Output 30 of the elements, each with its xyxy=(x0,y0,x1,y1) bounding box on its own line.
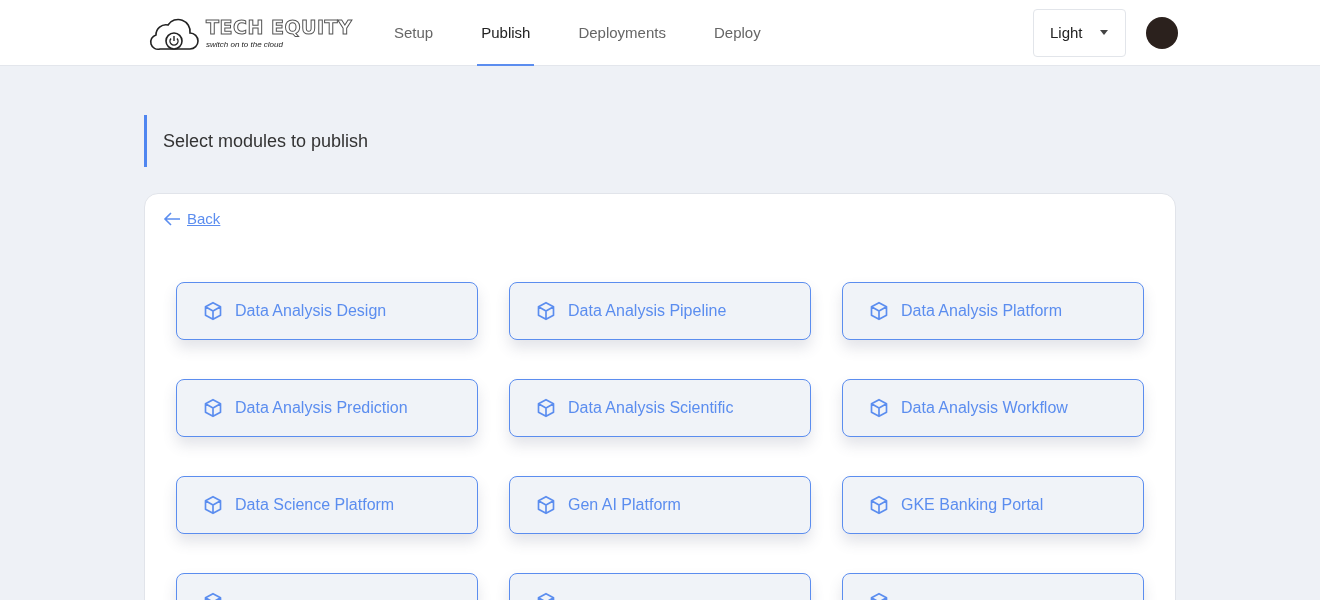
nav-tab[interactable]: Publish xyxy=(477,0,535,66)
module-button[interactable]: GKE Banking Portal xyxy=(842,475,1144,534)
logo-tagline: switch on to the cloud xyxy=(206,40,284,49)
page-title: Select modules to publish xyxy=(144,115,1176,167)
cube-icon xyxy=(869,397,889,418)
nav-tab[interactable]: Deployments xyxy=(574,0,670,66)
module-button[interactable]: Data Science Platform xyxy=(176,475,478,534)
cube-icon xyxy=(203,300,223,321)
module-button[interactable]: Data Analysis Scientific xyxy=(509,378,811,437)
cube-icon xyxy=(869,494,889,515)
module-button[interactable]: Data Analysis Pipeline xyxy=(509,281,811,340)
back-link[interactable]: Back xyxy=(163,210,221,227)
cube-icon xyxy=(869,300,889,321)
nav-tab[interactable]: Setup xyxy=(390,0,438,66)
nav-tab[interactable]: Deploy xyxy=(709,0,765,66)
module-button[interactable]: Data Analysis Workflow xyxy=(842,378,1144,437)
left-arrow-icon xyxy=(163,211,181,226)
caret-icon xyxy=(1099,29,1109,36)
logo-title: TECH EQUITY xyxy=(206,16,353,38)
cube-icon xyxy=(536,300,556,321)
theme-select[interactable]: Light xyxy=(1033,8,1126,57)
cube-icon xyxy=(536,397,556,418)
module-button[interactable]: Data Analysis Prediction xyxy=(176,378,478,437)
cube-icon xyxy=(203,494,223,515)
cube-icon xyxy=(203,397,223,418)
module-button[interactable]: Data Analysis Platform xyxy=(842,281,1144,340)
avatar[interactable] xyxy=(1146,16,1178,49)
module-button[interactable]: Gen AI Platform xyxy=(509,475,811,534)
cube-icon xyxy=(536,494,556,515)
module-button[interactable]: Data Analysis Design xyxy=(176,281,478,340)
